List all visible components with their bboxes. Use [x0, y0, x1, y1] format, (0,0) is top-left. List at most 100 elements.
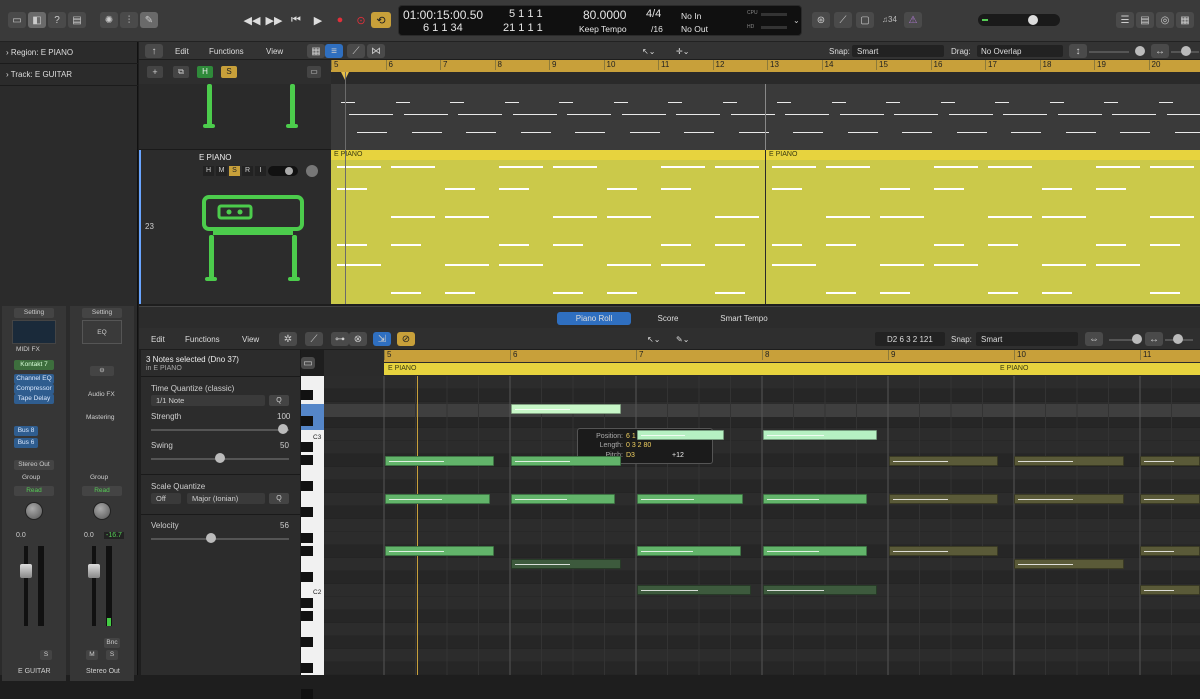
- scale-quantize-button[interactable]: Q: [269, 493, 289, 504]
- snap-select[interactable]: Smart: [852, 45, 944, 57]
- note-pad-icon[interactable]: ▤: [1136, 12, 1154, 28]
- track-upper[interactable]: [139, 84, 331, 150]
- quantize-button[interactable]: Q: [269, 395, 289, 406]
- black-key[interactable]: [301, 546, 313, 556]
- track-inspector-row[interactable]: › Track: E GUITAR: [0, 64, 138, 86]
- track-e-piano[interactable]: E PIANO H M S R I 23: [139, 150, 331, 304]
- ruler-bar-18[interactable]: 18: [1040, 60, 1052, 70]
- region-e-piano-1[interactable]: E PIANO: [331, 150, 765, 304]
- pr-ruler-bar-5[interactable]: 5: [384, 350, 391, 360]
- midi-note[interactable]: [1140, 494, 1200, 504]
- upper-track-lane[interactable]: [331, 84, 1200, 150]
- fx-slot-3[interactable]: Tape Delay: [14, 394, 54, 404]
- track-volume-slider[interactable]: [268, 166, 298, 176]
- pr-zoom-knob[interactable]: [1132, 334, 1142, 344]
- black-key[interactable]: [301, 598, 313, 608]
- strength-knob[interactable]: [278, 424, 288, 434]
- region-e-piano-2[interactable]: E PIANO: [766, 150, 1200, 304]
- browser-icon[interactable]: ▦: [1176, 12, 1194, 28]
- help-icon[interactable]: ?: [48, 12, 66, 28]
- pr-ruler-bar-10[interactable]: 10: [1014, 350, 1026, 360]
- record-icon[interactable]: ●: [330, 12, 350, 28]
- black-key[interactable]: [301, 637, 313, 647]
- track-record-button[interactable]: R: [242, 166, 253, 176]
- pr-vertical-zoom-icon[interactable]: ↔: [1145, 332, 1163, 346]
- strength-slider[interactable]: [151, 429, 289, 431]
- black-key[interactable]: [301, 455, 313, 465]
- black-key[interactable]: [301, 390, 313, 400]
- fast-forward-icon[interactable]: ▶▶: [264, 12, 284, 28]
- scale-type-select[interactable]: Major (Ionian): [187, 493, 265, 504]
- inspector-icon[interactable]: ◧: [28, 12, 46, 28]
- metronome-icon[interactable]: ⟋: [834, 12, 852, 28]
- velocity-slider[interactable]: [151, 538, 289, 540]
- pr-edit-menu[interactable]: Edit: [151, 335, 165, 344]
- pointer-tool-icon[interactable]: ↖⌄: [642, 47, 655, 56]
- eq-thumbnail[interactable]: EQ: [82, 320, 122, 344]
- fx-slot-2[interactable]: Compressor: [14, 384, 54, 394]
- grid-view-icon[interactable]: ▦: [307, 44, 325, 58]
- midi-note[interactable]: [763, 585, 877, 595]
- scale-root-select[interactable]: Off: [151, 493, 181, 504]
- audio-fx-slot[interactable]: Audio FX: [88, 391, 115, 398]
- duplicate-track-icon[interactable]: ⧉: [173, 66, 189, 78]
- rewind-icon[interactable]: ◀◀: [242, 12, 262, 28]
- ruler-bar-11[interactable]: 11: [658, 60, 669, 70]
- lcd-display[interactable]: 01:00:15:00.50 5 1 1 1 6 1 1 34 21 1 1 1…: [398, 5, 802, 36]
- arrange-ruler[interactable]: 567891011121314151617181920: [331, 60, 1200, 72]
- midi-note[interactable]: [511, 404, 621, 414]
- pr-ruler-bar-8[interactable]: 8: [762, 350, 769, 360]
- ruler-bar-14[interactable]: 14: [822, 60, 834, 70]
- ruler-bar-20[interactable]: 20: [1149, 60, 1161, 70]
- catch-icon[interactable]: ≡: [325, 44, 343, 58]
- black-key[interactable]: [301, 689, 313, 699]
- midi-note[interactable]: [385, 494, 490, 504]
- pr-ruler-bar-11[interactable]: 11: [1140, 350, 1151, 360]
- library-icon[interactable]: ▭: [8, 12, 26, 28]
- tab-piano-roll[interactable]: Piano Roll: [557, 312, 631, 325]
- midi-draw-icon[interactable]: ⊶: [331, 332, 349, 346]
- hide-button[interactable]: H: [197, 66, 213, 78]
- midi-note[interactable]: [385, 456, 494, 466]
- alert-icon[interactable]: ⚠: [904, 12, 922, 28]
- midi-note[interactable]: [511, 494, 615, 504]
- instrument-slot[interactable]: Kontakt 7: [14, 360, 54, 370]
- pan-knob[interactable]: [25, 502, 43, 520]
- flex-icon[interactable]: ⋈: [367, 44, 385, 58]
- midi-note[interactable]: [889, 494, 998, 504]
- midi-note[interactable]: [637, 430, 724, 440]
- black-key[interactable]: [301, 533, 313, 543]
- list-editors-icon[interactable]: ☰: [1116, 12, 1134, 28]
- back-arrow-icon[interactable]: ↑: [145, 44, 163, 58]
- black-key[interactable]: [301, 481, 313, 491]
- track-solo-button[interactable]: S: [229, 166, 240, 176]
- automation-mode[interactable]: Read: [14, 486, 54, 496]
- midi-note[interactable]: [511, 456, 621, 466]
- catch-playhead-icon[interactable]: ⇲: [373, 332, 391, 346]
- ruler-bar-15[interactable]: 15: [876, 60, 888, 70]
- solo-button[interactable]: S: [40, 650, 52, 660]
- track-mute-button[interactable]: M: [216, 166, 227, 176]
- midi-note[interactable]: [1014, 494, 1124, 504]
- bounce-button[interactable]: Bnc: [104, 638, 120, 648]
- pan-knob[interactable]: [93, 502, 111, 520]
- eq-thumbnail[interactable]: [12, 320, 56, 344]
- track-hide-button[interactable]: H: [203, 166, 214, 176]
- add-track-button[interactable]: +: [147, 66, 163, 78]
- midi-in-icon[interactable]: ✲: [279, 332, 297, 346]
- link-icon[interactable]: ⊖: [90, 366, 114, 376]
- tab-score[interactable]: Score: [637, 312, 699, 325]
- black-key[interactable]: [301, 611, 313, 621]
- ruler-bar-9[interactable]: 9: [549, 60, 556, 70]
- black-key[interactable]: [301, 663, 313, 673]
- arrange-view-menu[interactable]: View: [266, 47, 283, 56]
- mastering-slot[interactable]: Mastering: [86, 414, 115, 421]
- volume-knob[interactable]: [1028, 15, 1038, 25]
- pr-horizontal-fit-icon[interactable]: ⇔: [1085, 332, 1103, 346]
- black-key[interactable]: [301, 442, 313, 452]
- midi-note[interactable]: [637, 546, 741, 556]
- cycle-icon[interactable]: ⟲: [371, 12, 391, 28]
- vertical-zoom-slider[interactable]: [1089, 51, 1129, 53]
- track-pan-knob[interactable]: [306, 165, 318, 177]
- tuner-icon[interactable]: ⊛: [812, 12, 830, 28]
